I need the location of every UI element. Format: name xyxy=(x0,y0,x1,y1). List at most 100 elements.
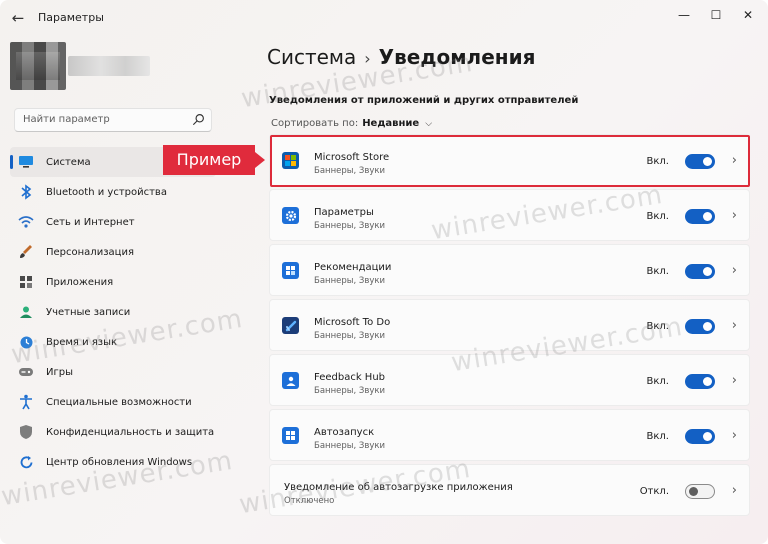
sidebar-item-gaming[interactable]: Игры xyxy=(10,357,216,387)
todo-check-icon xyxy=(282,317,299,334)
app-row-settings[interactable]: Параметры Баннеры, Звуки Вкл. › xyxy=(269,189,750,241)
app-name: Параметры xyxy=(314,207,374,218)
chevron-right-icon[interactable]: › xyxy=(732,428,737,443)
avatar[interactable] xyxy=(10,42,66,90)
app-name: Microsoft To Do xyxy=(314,317,391,328)
app-name: Автозапуск xyxy=(314,427,375,438)
sidebar-item-privacy[interactable]: Конфиденциальность и защита xyxy=(10,417,216,447)
sort-dropdown[interactable]: Сортировать по: Недавние ⌵ xyxy=(271,118,432,129)
toggle-state-label: Вкл. xyxy=(646,266,669,277)
app-notification-types: Баннеры, Звуки xyxy=(314,331,386,341)
breadcrumb-parent[interactable]: Система xyxy=(267,45,356,69)
minimize-button[interactable]: — xyxy=(666,4,702,26)
app-name: Уведомление об автозагрузке приложения xyxy=(284,482,513,493)
sidebar-item-label: Учетные записи xyxy=(46,306,131,318)
notification-toggle[interactable] xyxy=(685,429,715,444)
app-row-microsoft-store[interactable]: Microsoft Store Баннеры, Звуки Вкл. › xyxy=(269,134,750,186)
monitor-icon xyxy=(18,154,34,170)
callout-arrow xyxy=(255,152,265,168)
page-title: Уведомления xyxy=(378,45,536,69)
toggle-state-label: Вкл. xyxy=(646,321,669,332)
app-notification-types: Баннеры, Звуки xyxy=(314,166,386,176)
search-input[interactable]: Найти параметр xyxy=(14,108,212,132)
autoplay-icon xyxy=(282,427,299,444)
sidebar-item-label: Персонализация xyxy=(46,246,134,258)
shield-icon xyxy=(18,424,34,440)
chevron-right-icon[interactable]: › xyxy=(732,153,737,168)
app-notification-list: Microsoft Store Баннеры, Звуки Вкл. › Па… xyxy=(269,134,750,519)
notification-toggle[interactable] xyxy=(685,209,715,224)
person-icon xyxy=(18,304,34,320)
chevron-right-icon[interactable]: › xyxy=(732,318,737,333)
app-row-autoplay[interactable]: Автозапуск Баннеры, Звуки Вкл. › xyxy=(269,409,750,461)
settings-window: ← Параметры — ☐ ✕ Найти параметр Система… xyxy=(0,0,768,544)
maximize-button[interactable]: ☐ xyxy=(698,4,734,26)
toggle-state-label: Вкл. xyxy=(646,431,669,442)
notification-toggle[interactable] xyxy=(685,264,715,279)
app-name: Microsoft Store xyxy=(314,152,390,163)
sort-label: Сортировать по: xyxy=(271,118,359,129)
sidebar-item-personalization[interactable]: Персонализация xyxy=(10,237,216,267)
sidebar-item-label: Сеть и Интернет xyxy=(46,216,135,228)
feedback-icon xyxy=(282,372,299,389)
chevron-right-icon[interactable]: › xyxy=(732,208,737,223)
app-notification-types: Отключено xyxy=(284,496,335,506)
sidebar-item-time-language[interactable]: Время и язык xyxy=(10,327,216,357)
sidebar-item-label: Игры xyxy=(46,366,73,378)
back-arrow-icon[interactable]: ← xyxy=(6,8,30,28)
sidebar-item-label: Система xyxy=(46,156,91,168)
settings-gear-icon xyxy=(282,207,299,224)
sidebar-item-label: Специальные возможности xyxy=(46,396,192,408)
example-callout: Пример xyxy=(163,145,267,175)
app-notification-types: Баннеры, Звуки xyxy=(314,221,386,231)
gamepad-icon xyxy=(18,364,34,380)
toggle-state-label: Вкл. xyxy=(646,156,669,167)
sidebar-item-bluetooth[interactable]: Bluetooth и устройства xyxy=(10,177,216,207)
profile-name-redacted xyxy=(68,56,150,76)
notification-toggle[interactable] xyxy=(685,374,715,389)
sidebar-item-windows-update[interactable]: Центр обновления Windows xyxy=(10,447,216,477)
breadcrumb: Система › Уведомления xyxy=(267,45,535,69)
sidebar-item-label: Bluetooth и устройства xyxy=(46,186,167,198)
callout-label: Пример xyxy=(163,145,255,175)
chevron-right-icon[interactable]: › xyxy=(732,373,737,388)
sidebar-item-label: Время и язык xyxy=(46,336,118,348)
app-row-feedback-hub[interactable]: Feedback Hub Баннеры, Звуки Вкл. › xyxy=(269,354,750,406)
app-row-tips[interactable]: Рекомендации Баннеры, Звуки Вкл. › xyxy=(269,244,750,296)
app-name: Feedback Hub xyxy=(314,372,386,383)
wifi-icon xyxy=(18,214,34,230)
update-icon xyxy=(18,454,34,470)
brush-icon xyxy=(18,244,34,260)
sidebar-item-label: Центр обновления Windows xyxy=(46,456,193,468)
sidebar-item-label: Приложения xyxy=(46,276,114,288)
toggle-state-label: Вкл. xyxy=(646,211,669,222)
sidebar-nav: Система Bluetooth и устройства Сеть и Ин… xyxy=(10,147,216,477)
notification-toggle[interactable] xyxy=(685,154,715,169)
title-bar: ← Параметры — ☐ ✕ xyxy=(0,0,768,36)
globe-clock-icon xyxy=(18,334,34,350)
app-title: Параметры xyxy=(38,11,104,24)
notification-toggle[interactable] xyxy=(685,319,715,334)
sidebar-item-accessibility[interactable]: Специальные возможности xyxy=(10,387,216,417)
close-button[interactable]: ✕ xyxy=(730,4,766,26)
app-row-microsoft-todo[interactable]: Microsoft To Do Баннеры, Звуки Вкл. › xyxy=(269,299,750,351)
sidebar-item-accounts[interactable]: Учетные записи xyxy=(10,297,216,327)
sort-value: Недавние xyxy=(362,118,420,129)
chevron-right-icon[interactable]: › xyxy=(732,483,737,498)
notification-toggle[interactable] xyxy=(685,484,715,499)
chevron-right-icon[interactable]: › xyxy=(732,263,737,278)
toggle-state-label: Откл. xyxy=(639,486,669,497)
sidebar-item-label: Конфиденциальность и защита xyxy=(46,426,215,438)
sidebar-item-apps[interactable]: Приложения xyxy=(10,267,216,297)
accessibility-icon xyxy=(18,394,34,410)
app-notification-types: Баннеры, Звуки xyxy=(314,386,386,396)
app-row-startup-notification[interactable]: Уведомление об автозагрузке приложения О… xyxy=(269,464,750,516)
app-notification-types: Баннеры, Звуки xyxy=(314,276,386,286)
breadcrumb-separator: › xyxy=(364,49,371,68)
search-placeholder: Найти параметр xyxy=(23,114,110,125)
store-icon xyxy=(282,152,299,169)
toggle-state-label: Вкл. xyxy=(646,376,669,387)
app-name: Рекомендации xyxy=(314,262,392,273)
search-icon xyxy=(193,114,204,125)
sidebar-item-network[interactable]: Сеть и Интернет xyxy=(10,207,216,237)
